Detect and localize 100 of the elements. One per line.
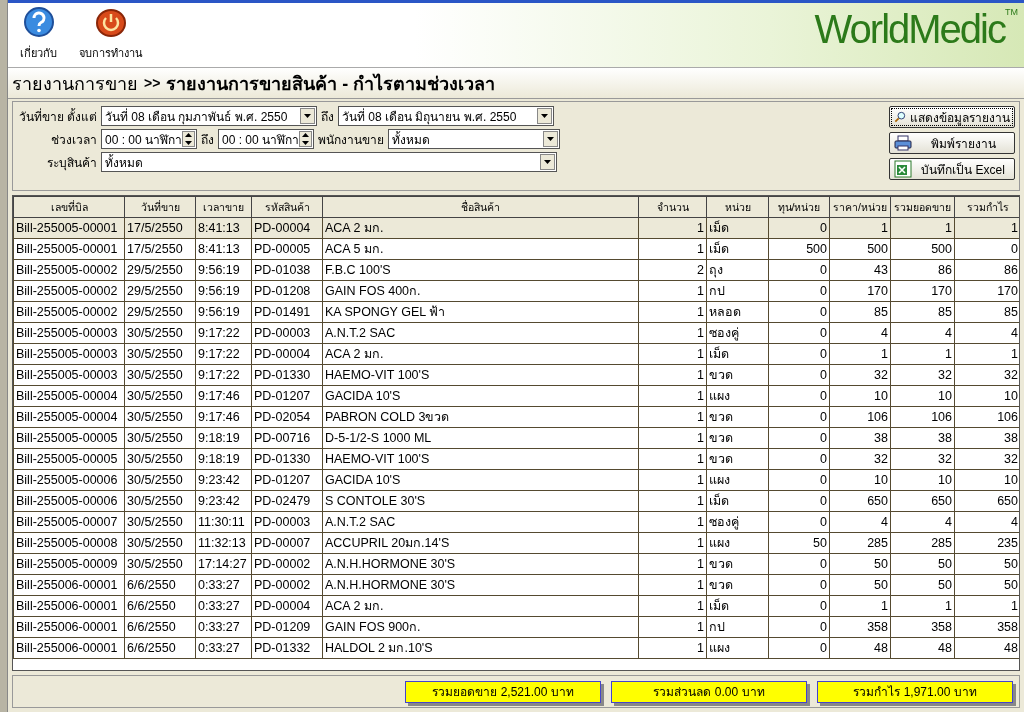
time-from-field[interactable]: 00 : 00 นาฬิกา — [101, 129, 197, 149]
time-label: ช่วงเวลา — [50, 131, 97, 149]
table-cell: ACCUPRIL 20มก.14'S — [322, 532, 639, 554]
table-row[interactable]: Bill-255005-00003 30/5/2550 9:17:22 PD-00003 A.N.T.2 SAC 1 ซองคู่ 0 4 4 4 — [13, 322, 1019, 344]
table-cell: PD-00002 — [251, 553, 323, 575]
table-row[interactable]: Bill-255005-00004 30/5/2550 9:17:46 PD-01207 GACIDA 10'S 1 แผง 0 10 10 10 — [13, 385, 1019, 407]
table-row[interactable]: Bill-255005-00003 30/5/2550 9:17:22 PD-01330 HAEMO-VIT 100'S 1 ขวด 0 32 32 32 — [13, 364, 1019, 386]
table-cell: 1 — [638, 448, 707, 470]
table-row[interactable]: Bill-255005-00006 30/5/2550 9:23:42 PD-01207 GACIDA 10'S 1 แผง 0 10 10 10 — [13, 469, 1019, 491]
table-row[interactable]: Bill-255006-00001 6/6/2550 0:33:27 PD-00002 A.N.H.HORMONE 30'S 1 ขวด 0 50 50 50 — [13, 574, 1019, 596]
column-header[interactable]: รวมยอดขาย — [890, 196, 955, 218]
table-cell: 1 — [638, 637, 707, 659]
table-cell: PD-00005 — [251, 238, 323, 260]
table-cell: 29/5/2550 — [124, 301, 196, 323]
table-cell: 0 — [768, 259, 830, 281]
table-cell: 50 — [829, 553, 891, 575]
table-cell: HAEMO-VIT 100'S — [322, 448, 639, 470]
table-row[interactable]: Bill-255005-00002 29/5/2550 9:56:19 PD-01038 F.B.C 100'S 2 ถุง 0 43 86 86 — [13, 259, 1019, 281]
table-row[interactable]: Bill-255006-00001 6/6/2550 0:33:27 PD-01209 GAIN FOS 900ก. 1 กป 0 358 358 358 — [13, 616, 1019, 638]
table-cell: 11:32:13 — [195, 532, 252, 554]
column-header[interactable]: จำนวน — [638, 196, 707, 218]
table-cell: PD-01207 — [251, 469, 323, 491]
table-cell: 30/5/2550 — [124, 406, 196, 428]
column-header[interactable]: รวมกำไร — [954, 196, 1019, 218]
table-row[interactable]: Bill-255005-00005 30/5/2550 9:18:19 PD-00716 D-5-1/2-S 1000 ML 1 ขวด 0 38 38 38 — [13, 427, 1019, 449]
product-dropdown[interactable]: ทั้งหมด — [101, 152, 557, 172]
table-cell: Bill-255005-00002 — [13, 259, 125, 281]
about-button[interactable]: เกี่ยวกับ — [16, 6, 61, 67]
table-cell: PD-01209 — [251, 616, 323, 638]
table-row[interactable]: Bill-255005-00005 30/5/2550 9:18:19 PD-01330 HAEMO-VIT 100'S 1 ขวด 0 32 32 32 — [13, 448, 1019, 470]
show-report-button[interactable]: แสดงข้อมูลรายงาน — [889, 106, 1015, 128]
table-row[interactable]: Bill-255005-00008 30/5/2550 11:32:13 PD-00007 ACCUPRIL 20มก.14'S 1 แผง 50 285 285 235 — [13, 532, 1019, 554]
total-label: รวมส่วนลด 0.00 บาท — [611, 680, 807, 703]
spinner-icon — [182, 131, 195, 147]
column-header[interactable]: วันที่ขาย — [124, 196, 196, 218]
export-excel-button[interactable]: บันทึกเป็น Excel — [889, 158, 1015, 180]
table-cell: 0 — [768, 511, 830, 533]
table-cell: 0 — [768, 637, 830, 659]
table-cell: 50 — [829, 574, 891, 596]
table-cell: 4 — [890, 322, 955, 344]
table-row[interactable]: Bill-255006-00001 6/6/2550 0:33:27 PD-00004 ACA 2 มก. 1 เม็ด 0 1 1 1 — [13, 595, 1019, 617]
table-row[interactable]: Bill-255005-00001 17/5/2550 8:41:13 PD-00004 ACA 2 มก. 1 เม็ด 0 1 1 1 — [13, 217, 1019, 239]
table-cell: PD-00716 — [251, 427, 323, 449]
print-button[interactable]: พิมพ์รายงาน — [889, 132, 1015, 154]
logo: WorldMedic$^{TM}$ — [814, 6, 1019, 53]
table-cell: 0 — [768, 595, 830, 617]
table-cell: PD-00004 — [251, 343, 323, 365]
column-header[interactable]: ชื่อสินค้า — [322, 196, 639, 218]
salesperson-label: พนักงานขาย — [318, 131, 384, 149]
table-cell: 285 — [890, 532, 955, 554]
table-row[interactable]: Bill-255005-00009 30/5/2550 17:14:27 PD-00002 A.N.H.HORMONE 30'S 1 ขวด 0 50 50 50 — [13, 553, 1019, 575]
table-cell: 17:14:27 — [195, 553, 252, 575]
column-header[interactable]: ทุน/หน่วย — [768, 196, 830, 218]
column-header[interactable]: รหัสสินค้า — [251, 196, 323, 218]
table-cell: 32 — [890, 364, 955, 386]
exit-button[interactable]: จบการทำงาน — [75, 6, 147, 67]
table-cell: 50 — [890, 574, 955, 596]
column-header[interactable]: เวลาขาย — [195, 196, 252, 218]
table-cell: PD-01491 — [251, 301, 323, 323]
column-header[interactable]: ราคา/หน่วย — [829, 196, 891, 218]
table-cell: Bill-255005-00001 — [13, 238, 125, 260]
table-row[interactable]: Bill-255005-00004 30/5/2550 9:17:46 PD-02054 PABRON COLD 3ขวด 1 ขวด 0 106 106 106 — [13, 406, 1019, 428]
table-cell: GAIN FOS 400ก. — [322, 280, 639, 302]
table-cell: 1 — [829, 343, 891, 365]
table-cell: PD-02054 — [251, 406, 323, 428]
table-cell: KA SPONGY GEL ฟ้า — [322, 301, 639, 323]
table-cell: 650 — [829, 490, 891, 512]
table-cell: 1 — [638, 322, 707, 344]
table-row[interactable]: Bill-255005-00006 30/5/2550 9:23:42 PD-02479 S CONTOLE 30'S 1 เม็ด 0 650 650 650 — [13, 490, 1019, 512]
table-cell: ACA 5 มก. — [322, 238, 639, 260]
table-cell: 9:23:42 — [195, 490, 252, 512]
table-cell: 0 — [768, 553, 830, 575]
table-cell: 6/6/2550 — [124, 616, 196, 638]
table-row[interactable]: Bill-255005-00002 29/5/2550 9:56:19 PD-01491 KA SPONGY GEL ฟ้า 1 หลอด 0 85 85 85 — [13, 301, 1019, 323]
table-cell: PABRON COLD 3ขวด — [322, 406, 639, 428]
table-row[interactable]: Bill-255005-00003 30/5/2550 9:17:22 PD-00004 ACA 2 มก. 1 เม็ด 0 1 1 1 — [13, 343, 1019, 365]
table-cell: 30/5/2550 — [124, 490, 196, 512]
table-cell: 30/5/2550 — [124, 511, 196, 533]
table-cell: 30/5/2550 — [124, 343, 196, 365]
table-cell: 6/6/2550 — [124, 637, 196, 659]
table-row[interactable]: Bill-255005-00007 30/5/2550 11:30:11 PD-00003 A.N.T.2 SAC 1 ซองคู่ 0 4 4 4 — [13, 511, 1019, 533]
table-cell: 1 — [638, 385, 707, 407]
table-row[interactable]: Bill-255005-00001 17/5/2550 8:41:13 PD-00005 ACA 5 มก. 1 เม็ด 500 500 500 0 — [13, 238, 1019, 260]
table-cell: 0 — [768, 490, 830, 512]
date-to-dropdown[interactable]: วันที่ 08 เดือน มิถุนายน พ.ศ. 2550 — [338, 106, 554, 126]
table-cell: 0 — [768, 574, 830, 596]
column-header[interactable]: เลขที่บิล — [13, 196, 125, 218]
table-cell: 650 — [890, 490, 955, 512]
product-label: ระบุสินค้า — [46, 154, 97, 172]
table-cell: 48 — [829, 637, 891, 659]
time-to-field[interactable]: 00 : 00 นาฬิกา — [218, 129, 314, 149]
table-cell: F.B.C 100'S — [322, 259, 639, 281]
salesperson-dropdown[interactable]: ทั้งหมด — [388, 129, 560, 149]
date-from-dropdown[interactable]: วันที่ 08 เดือน กุมภาพันธ์ พ.ศ. 2550 — [101, 106, 317, 126]
column-header[interactable]: หน่วย — [706, 196, 769, 218]
table-cell: 10 — [829, 385, 891, 407]
table-row[interactable]: Bill-255005-00002 29/5/2550 9:56:19 PD-01208 GAIN FOS 400ก. 1 กป 0 170 170 170 — [13, 280, 1019, 302]
table-cell: 1 — [638, 238, 707, 260]
table-row[interactable]: Bill-255006-00001 6/6/2550 0:33:27 PD-01332 HALDOL 2 มก.10'S 1 แผง 0 48 48 48 — [13, 637, 1019, 659]
table-cell: Bill-255005-00008 — [13, 532, 125, 554]
